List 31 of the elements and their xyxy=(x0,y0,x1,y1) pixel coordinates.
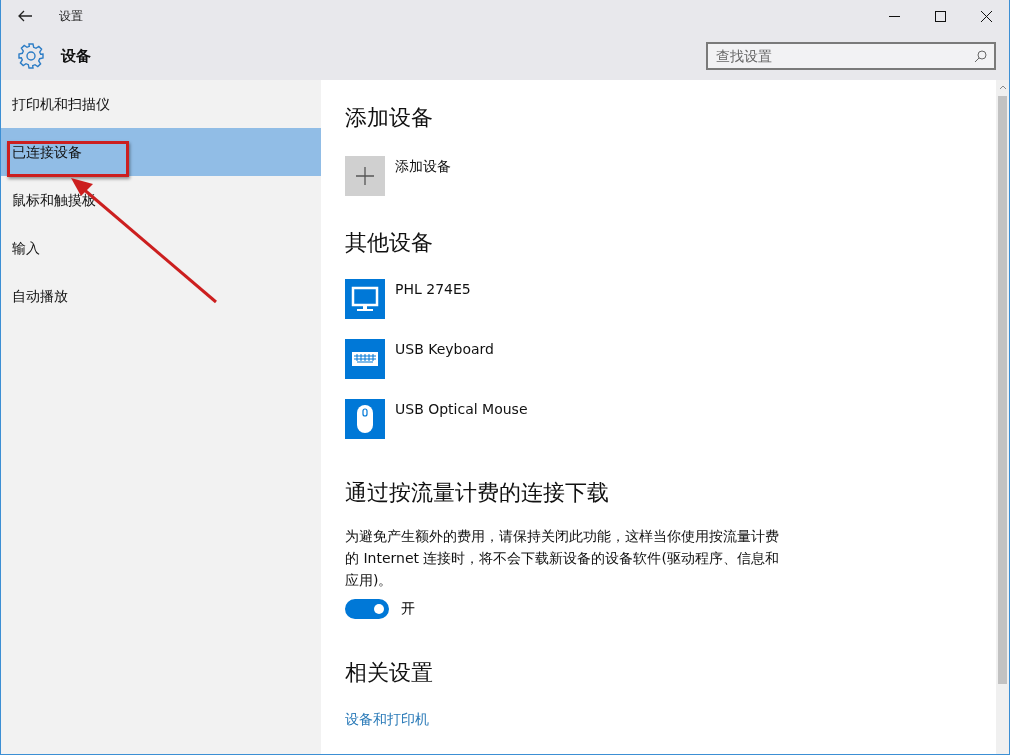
maximize-icon xyxy=(934,10,946,22)
settings-link[interactable]: 设备和打印机 xyxy=(345,711,429,729)
sidebar-item[interactable]: 打印机和扫描仪 xyxy=(1,80,321,128)
search-icon xyxy=(974,50,987,63)
monitor-icon xyxy=(345,279,385,319)
description-text: 为避免产生额外的费用，请保持关闭此功能，这样当你使用按流量计费的 Internet 连接时，将不会下载新设备的设备软件(驱动程序、信息和应用)。 xyxy=(345,527,780,590)
settings-icon xyxy=(18,43,44,69)
add-device-label[interactable]: 添加设备 xyxy=(395,158,451,176)
device-name[interactable]: PHL 274E5 xyxy=(395,281,471,297)
section-heading: 相关设置 xyxy=(345,659,434,687)
mouse-icon xyxy=(345,399,385,439)
section-heading: 通过按流量计费的连接下载 xyxy=(345,479,610,507)
toggle-label: 开 xyxy=(401,600,415,618)
keyboard-icon xyxy=(345,339,385,379)
window-title: 设置 xyxy=(58,7,84,25)
sidebar-item[interactable]: 已连接设备 xyxy=(1,128,321,176)
device-name[interactable]: USB Optical Mouse xyxy=(395,401,528,417)
search-field[interactable]: 查找设置 xyxy=(706,42,996,70)
scrollbar-thumb[interactable] xyxy=(998,96,1007,684)
sidebar-item[interactable]: 自动播放 xyxy=(1,272,321,320)
page-title: 设备 xyxy=(61,46,92,66)
plus-icon xyxy=(356,167,374,185)
close-icon xyxy=(980,10,992,22)
device-name[interactable]: USB Keyboard xyxy=(395,341,494,357)
sidebar-item[interactable]: 输入 xyxy=(1,224,321,272)
section-heading: 其他设备 xyxy=(345,229,434,257)
section-heading: 添加设备 xyxy=(345,104,434,132)
scroll-up-icon[interactable] xyxy=(998,84,1007,90)
back-icon[interactable] xyxy=(18,10,32,22)
add-device-button[interactable] xyxy=(345,156,385,196)
toggle-switch[interactable] xyxy=(345,599,389,619)
